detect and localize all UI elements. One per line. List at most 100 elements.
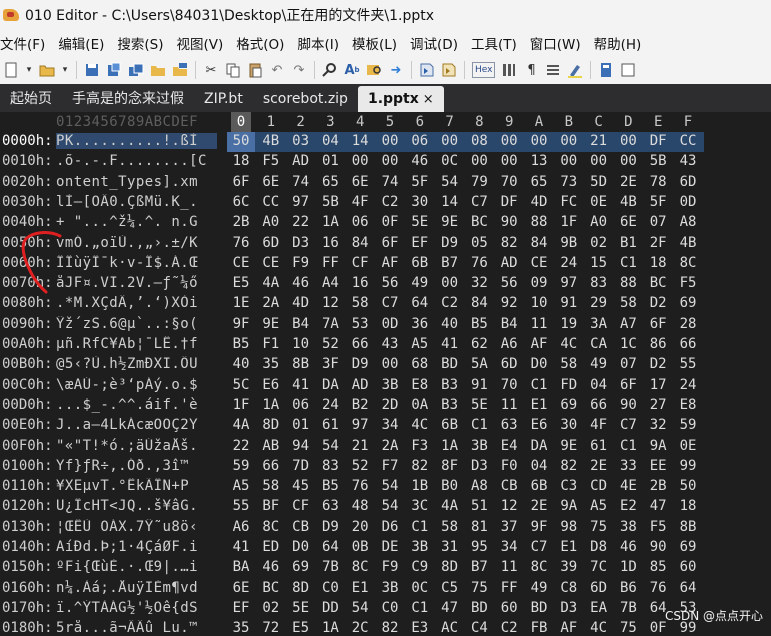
hex-byte[interactable]: E1 [529, 397, 549, 413]
row-ascii[interactable]: PK..........!.ßÌ [56, 133, 217, 149]
hex-byte[interactable]: 1C [618, 336, 638, 352]
hex-byte[interactable]: 02 [261, 600, 281, 616]
hex-byte[interactable]: 11 [529, 316, 549, 332]
hex-byte[interactable]: 58 [618, 295, 638, 311]
row-ascii[interactable]: ºFi{ŒùÈ.·.Œ9|.…i [56, 559, 217, 575]
redo-icon[interactable]: ↷ [291, 62, 307, 78]
hex-byte[interactable]: 6D [261, 235, 281, 251]
hex-byte[interactable]: 03 [291, 133, 311, 149]
hex-byte[interactable]: A6 [499, 336, 519, 352]
hex-byte[interactable]: 58 [559, 356, 579, 372]
hex-byte[interactable]: 41 [231, 539, 251, 555]
hex-byte[interactable]: DF [648, 133, 668, 149]
hex-byte[interactable]: 4B [678, 235, 698, 251]
hex-byte[interactable]: 70 [499, 377, 519, 393]
hex-byte[interactable]: 2F [648, 235, 668, 251]
hex-byte[interactable]: 4B [261, 133, 281, 149]
hex-byte[interactable]: 24 [559, 255, 579, 271]
hex-byte[interactable]: 41 [440, 336, 460, 352]
hex-byte[interactable]: 3B [380, 580, 400, 596]
row-ascii[interactable]: ÎÎùÿÏ¯k·v-Î$.Á.Œ [56, 255, 217, 271]
tab[interactable]: 手高是的念来过假 [62, 86, 194, 112]
hex-byte[interactable]: 82 [410, 458, 430, 474]
hex-byte[interactable]: 6B [410, 255, 430, 271]
hex-byte[interactable]: 8D [440, 559, 460, 575]
hex-byte[interactable]: DF [499, 194, 519, 210]
hex-byte[interactable]: 81 [469, 519, 489, 535]
hex-byte[interactable]: 46 [410, 153, 430, 169]
hex-byte[interactable]: E5 [231, 275, 251, 291]
hex-byte[interactable]: 63 [320, 498, 340, 514]
hex-byte[interactable]: 27 [648, 397, 668, 413]
hex-byte[interactable]: 00 [350, 153, 370, 169]
hex-byte[interactable]: CF [291, 498, 311, 514]
hex-byte[interactable]: 32 [469, 275, 489, 291]
hex-byte[interactable]: 1F [231, 397, 251, 413]
hex-byte[interactable]: 00 [440, 275, 460, 291]
hex-byte[interactable]: BC [469, 214, 489, 230]
hex-byte[interactable]: 75 [618, 620, 638, 636]
undo-icon[interactable]: ↶ [269, 62, 285, 78]
hex-byte[interactable]: 9B [559, 235, 579, 251]
hex-byte[interactable]: 54 [380, 498, 400, 514]
hex-byte[interactable]: 7B [320, 559, 340, 575]
hex-byte[interactable]: 7B [618, 600, 638, 616]
hex-byte[interactable]: 4F [589, 417, 609, 433]
hex-byte[interactable]: BF [261, 498, 281, 514]
hex-byte[interactable]: FF [499, 580, 519, 596]
hex-byte[interactable]: C0 [380, 600, 400, 616]
hex-byte[interactable]: 61 [589, 438, 609, 454]
hex-byte[interactable]: 1A [440, 438, 460, 454]
hex-byte[interactable]: 12 [499, 498, 519, 514]
highlight-icon[interactable] [567, 62, 583, 78]
hex-byte[interactable]: 5E [410, 214, 430, 230]
hex-byte[interactable]: 95 [469, 539, 489, 555]
hex-byte[interactable]: 00 [380, 356, 400, 372]
hex-byte[interactable]: 11 [499, 559, 519, 575]
hex-byte[interactable]: 24 [320, 397, 340, 413]
hex-byte[interactable]: C1 [410, 600, 430, 616]
find-in-files-icon[interactable] [366, 62, 382, 78]
hex-byte[interactable]: 46 [618, 539, 638, 555]
goto-arrow-icon[interactable]: ➜ [388, 62, 404, 78]
hex-byte[interactable]: F5 [678, 275, 698, 291]
hex-byte[interactable]: 60 [499, 600, 519, 616]
hex-byte[interactable]: 00 [440, 133, 460, 149]
row-ascii[interactable]: ...$_-.^^.áif.'è [56, 397, 217, 413]
menu-item[interactable]: 帮助(H) [594, 33, 642, 53]
hex-byte[interactable]: 16 [350, 275, 370, 291]
hex-byte[interactable]: 00 [380, 133, 400, 149]
hex-byte[interactable]: A8 [678, 214, 698, 230]
hex-byte[interactable]: B2 [350, 397, 370, 413]
hex-byte[interactable]: E8 [678, 397, 698, 413]
hex-byte[interactable]: 9F [231, 316, 251, 332]
hex-byte[interactable]: F9 [291, 255, 311, 271]
hex-byte[interactable]: 6B [440, 417, 460, 433]
hex-byte[interactable]: 00 [469, 153, 489, 169]
hex-byte[interactable]: 00 [499, 133, 519, 149]
hex-byte[interactable]: C7 [380, 295, 400, 311]
hex-byte[interactable]: 8C [529, 559, 549, 575]
hex-byte[interactable]: 04 [529, 458, 549, 474]
hex-byte[interactable]: 91 [469, 377, 489, 393]
hex-byte[interactable]: B3 [440, 377, 460, 393]
hex-byte[interactable]: C1 [618, 255, 638, 271]
hex-byte[interactable]: EF [410, 235, 430, 251]
hex-byte[interactable]: D3 [291, 235, 311, 251]
hex-byte[interactable]: 6D [678, 174, 698, 190]
save-icon[interactable] [84, 62, 100, 78]
hex-byte[interactable]: 24 [678, 377, 698, 393]
hex-byte[interactable]: 7A [320, 316, 340, 332]
menu-item[interactable]: 模板(L) [352, 33, 397, 53]
hex-byte[interactable]: BA [231, 559, 251, 575]
hex-byte[interactable]: C8 [559, 580, 579, 596]
open-folder-icon[interactable] [39, 62, 55, 78]
hex-byte[interactable]: 43 [678, 153, 698, 169]
hex-byte[interactable]: 21 [589, 133, 609, 149]
hex-byte[interactable]: 3B [410, 539, 430, 555]
new-file-icon[interactable] [3, 62, 19, 78]
hex-byte[interactable]: 37 [499, 519, 519, 535]
hex-byte[interactable]: 29 [589, 295, 609, 311]
hex-byte[interactable]: 46 [261, 559, 281, 575]
hex-byte[interactable]: 3A [589, 316, 609, 332]
